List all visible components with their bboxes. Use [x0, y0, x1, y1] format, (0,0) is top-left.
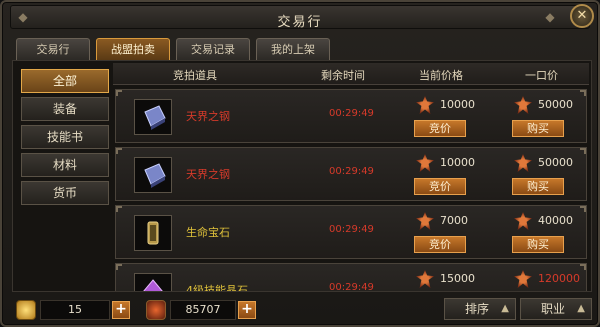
remaining-time: 00:29:49 [329, 166, 374, 177]
table-row: 天界之钢 00:29:49 10000 竞价 50000 购买 [115, 147, 587, 201]
steel-icon [144, 105, 166, 130]
sort-label: 排序 [464, 302, 489, 316]
buy-button[interactable]: 购买 [512, 236, 564, 253]
buy-button[interactable]: 购买 [512, 178, 564, 195]
table-row: 生命宝石 00:29:49 7000 竞价 40000 购买 [115, 205, 587, 259]
tab-my-listings[interactable]: 我的上架 [256, 38, 330, 60]
gold-icon [16, 300, 36, 320]
current-price: 7000 [440, 214, 468, 227]
table-row: 4级技能晶石 00:29:49 15000 竞价 120000 购买 [115, 263, 587, 291]
header-time: 剩余时间 [321, 69, 365, 82]
current-price: 15000 [440, 272, 475, 285]
close-button[interactable]: ✕ [570, 4, 594, 28]
item-name: 天界之钢 [186, 168, 230, 181]
item-name: 生命宝石 [186, 226, 230, 239]
add-gold-button[interactable]: + [112, 301, 130, 319]
buyout-price: 50000 [538, 98, 573, 111]
title-ornament-right-icon: ◆ [545, 10, 555, 24]
title-bar: ◆ 交易行 ◆ [10, 5, 590, 30]
gold-amount: 15 [40, 300, 110, 320]
currency-icon [416, 212, 434, 230]
currency-icon [514, 154, 532, 172]
category-material[interactable]: 材料 [21, 153, 109, 177]
crystal-icon [143, 279, 163, 291]
item-name: 天界之钢 [186, 110, 230, 123]
table-header: 竞拍道具 剩余时间 当前价格 一口价 [113, 63, 589, 85]
tab-guild-auction[interactable]: 战盟拍卖 [96, 38, 170, 60]
header-item: 竞拍道具 [173, 69, 217, 82]
remaining-time: 00:29:49 [329, 108, 374, 119]
category-currency[interactable]: 货币 [21, 181, 109, 205]
auction-table: 竞拍道具 剩余时间 当前价格 一口价 天界之钢 00:29:49 10000 竞… [113, 63, 589, 291]
item-slot[interactable] [134, 215, 172, 251]
item-name: 4级技能晶石 [186, 284, 248, 291]
sort-arrow-icon: ▲ [501, 303, 509, 314]
window-title: 交易行 [277, 15, 323, 30]
category-all[interactable]: 全部 [21, 69, 109, 93]
buyout-price: 50000 [538, 156, 573, 169]
bid-button[interactable]: 竞价 [414, 236, 466, 253]
table-row: 天界之钢 00:29:49 10000 竞价 50000 购买 [115, 89, 587, 143]
tab-trade[interactable]: 交易行 [16, 38, 90, 60]
footer-bar: 15 + 85707 + 排序 ▲ 职业 ▲ [2, 294, 600, 327]
trade-window: ◆ 交易行 ◆ ✕ 交易行 战盟拍卖 交易记录 我的上架 全部 装备 技能书 材… [0, 0, 600, 327]
currency-icon [416, 96, 434, 114]
item-slot[interactable] [134, 273, 172, 291]
item-slot[interactable] [134, 157, 172, 193]
header-current-price: 当前价格 [419, 69, 463, 82]
bid-button[interactable]: 竞价 [414, 178, 466, 195]
item-slot[interactable] [134, 99, 172, 135]
coin-amount: 85707 [170, 300, 236, 320]
buyout-price: 120000 [538, 272, 580, 285]
header-buyout: 一口价 [525, 69, 558, 82]
coin-icon [146, 300, 166, 320]
buyout-price: 40000 [538, 214, 573, 227]
currency-icon [514, 270, 532, 288]
steel-icon [144, 163, 166, 188]
remaining-time: 00:29:49 [329, 282, 374, 291]
current-price: 10000 [440, 98, 475, 111]
gem-icon [147, 221, 159, 245]
currency-icon [416, 154, 434, 172]
job-label: 职业 [540, 302, 565, 316]
current-price: 10000 [440, 156, 475, 169]
remaining-time: 00:29:49 [329, 224, 374, 235]
currency-icon [416, 270, 434, 288]
bid-button[interactable]: 竞价 [414, 120, 466, 137]
job-arrow-icon: ▲ [577, 303, 585, 314]
add-coin-button[interactable]: + [238, 301, 256, 319]
job-filter-button[interactable]: 职业 ▲ [520, 298, 592, 320]
category-equipment[interactable]: 装备 [21, 97, 109, 121]
buy-button[interactable]: 购买 [512, 120, 564, 137]
currency-icon [514, 212, 532, 230]
sort-button[interactable]: 排序 ▲ [444, 298, 516, 320]
category-skill-book[interactable]: 技能书 [21, 125, 109, 149]
tab-trade-records[interactable]: 交易记录 [176, 38, 250, 60]
content-panel: 全部 装备 技能书 材料 货币 竞拍道具 剩余时间 当前价格 一口价 天界之钢 [12, 60, 592, 292]
currency-icon [514, 96, 532, 114]
